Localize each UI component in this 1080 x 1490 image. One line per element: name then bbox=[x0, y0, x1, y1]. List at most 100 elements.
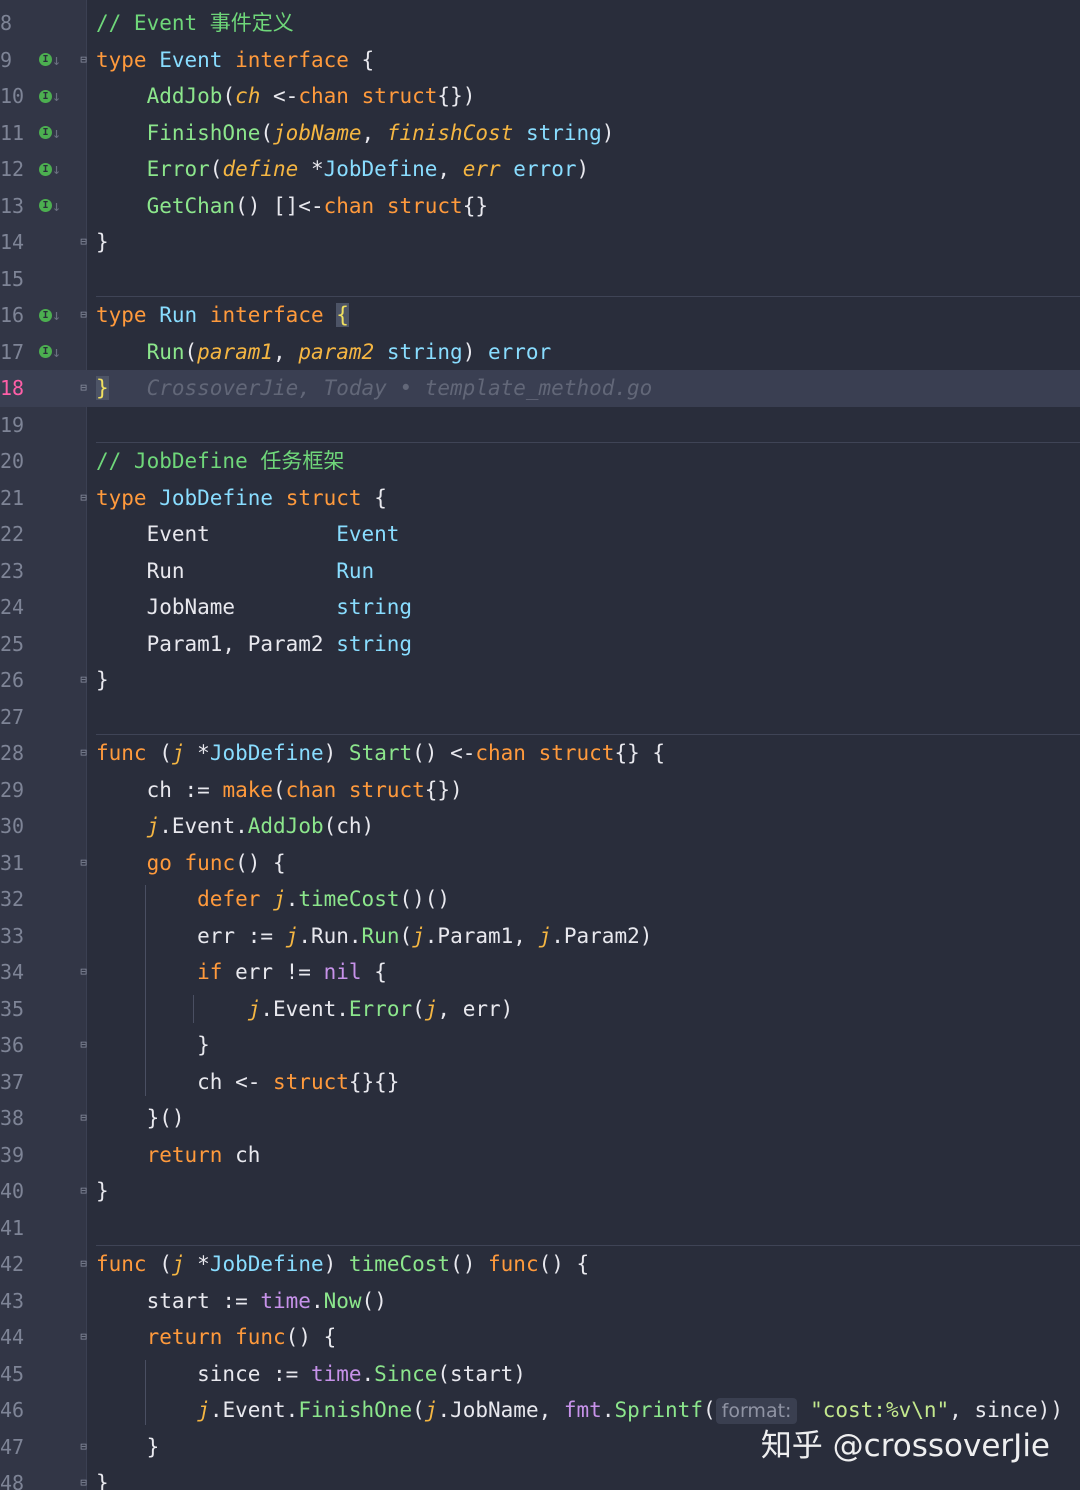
fold-marker-icon[interactable]: ⊟ bbox=[78, 1476, 89, 1489]
code-line[interactable]: 40 ⊟} bbox=[0, 1173, 1080, 1210]
implemented-method-icon[interactable]: I ↓ bbox=[39, 86, 65, 106]
line-number[interactable]: 44 bbox=[0, 1319, 28, 1356]
fold-marker-icon[interactable]: ⊟ bbox=[78, 1440, 89, 1453]
line-number[interactable]: 29 bbox=[0, 772, 28, 809]
code-line[interactable]: 35 j.Event.Error(j, err) bbox=[0, 991, 1080, 1028]
code-text[interactable]: err := j.Run.Run(j.Param1, j.Param2) bbox=[96, 918, 652, 955]
code-text[interactable]: } bbox=[96, 1173, 109, 1210]
code-line[interactable]: 38 ⊟ }() bbox=[0, 1100, 1080, 1137]
code-text[interactable]: start := time.Now() bbox=[96, 1283, 387, 1320]
code-line[interactable]: 28 ⊟ func (j *JobDefine) Start() <-chan st… bbox=[0, 735, 1080, 772]
line-number[interactable]: 41 bbox=[0, 1210, 28, 1247]
line-number[interactable]: 32 bbox=[0, 881, 28, 918]
fold-marker-icon[interactable]: ⊟ bbox=[78, 746, 89, 759]
code-text[interactable]: ch <- struct{}{} bbox=[96, 1064, 399, 1101]
fold-marker-icon[interactable]: ⊟ bbox=[78, 856, 89, 869]
code-text[interactable]: type Event interface { bbox=[96, 42, 374, 79]
code-line[interactable]: 9 I ↓ ⊟ type Event interface { bbox=[0, 42, 1080, 79]
code-line[interactable]: 21 ⊟ type JobDefine struct { bbox=[0, 480, 1080, 517]
line-number[interactable]: 48 bbox=[0, 1465, 28, 1490]
line-number[interactable]: 20 bbox=[0, 443, 28, 480]
code-line[interactable]: 31 ⊟ go func() { bbox=[0, 845, 1080, 882]
code-text[interactable]: GetChan() []<-chan struct{} bbox=[96, 188, 488, 225]
implemented-method-icon[interactable]: I ↓ bbox=[39, 123, 65, 143]
code-line[interactable]: 42 ⊟ func (j *JobDefine) timeCost() func()… bbox=[0, 1246, 1080, 1283]
line-number[interactable]: 14 bbox=[0, 224, 28, 261]
fold-marker-icon[interactable]: ⊟ bbox=[78, 1038, 89, 1051]
code-line[interactable]: 36 ⊟ } bbox=[0, 1027, 1080, 1064]
code-text[interactable]: ch := make(chan struct{}) bbox=[96, 772, 463, 809]
code-text[interactable]: Run Run bbox=[96, 553, 375, 590]
line-number[interactable]: 26 bbox=[0, 662, 28, 699]
code-line[interactable]: 13 I ↓ GetChan() []<-chan struct{} bbox=[0, 188, 1080, 225]
code-line[interactable]: 15 bbox=[0, 261, 1080, 298]
code-line[interactable]: 24 JobName string bbox=[0, 589, 1080, 626]
code-text[interactable]: j.Event.Error(j, err) bbox=[96, 991, 514, 1028]
line-number[interactable]: 9 bbox=[0, 42, 28, 79]
line-number[interactable]: 27 bbox=[0, 699, 28, 736]
code-line[interactable]: 34 ⊟ if err != nil { bbox=[0, 954, 1080, 991]
code-text[interactable]: since := time.Since(start) bbox=[96, 1356, 526, 1393]
line-number[interactable]: 19 bbox=[0, 407, 28, 444]
code-line[interactable]: 48 ⊟} bbox=[0, 1465, 1080, 1490]
code-line[interactable]: 18 ⊟} CrossoverJie, Today • template_meth… bbox=[0, 370, 1080, 407]
code-text[interactable]: Event Event bbox=[96, 516, 400, 553]
implemented-method-icon[interactable]: I ↓ bbox=[39, 196, 65, 216]
line-number[interactable]: 45 bbox=[0, 1356, 28, 1393]
code-text[interactable]: // JobDefine 任务框架 bbox=[96, 443, 344, 480]
code-text[interactable]: type Run interface { bbox=[96, 297, 349, 334]
implemented-method-icon[interactable]: I ↓ bbox=[39, 305, 65, 325]
code-text[interactable]: } bbox=[96, 1027, 210, 1064]
code-line[interactable]: 26 ⊟} bbox=[0, 662, 1080, 699]
code-line[interactable]: 27 bbox=[0, 699, 1080, 736]
implemented-method-icon[interactable]: I ↓ bbox=[39, 50, 65, 70]
line-number[interactable]: 46 bbox=[0, 1392, 28, 1429]
line-number[interactable]: 43 bbox=[0, 1283, 28, 1320]
code-line[interactable]: 43 start := time.Now() bbox=[0, 1283, 1080, 1320]
line-number[interactable]: 38 bbox=[0, 1100, 28, 1137]
code-text[interactable]: j.Event.AddJob(ch) bbox=[96, 808, 375, 845]
code-text[interactable]: type JobDefine struct { bbox=[96, 480, 387, 517]
line-number[interactable]: 42 bbox=[0, 1246, 28, 1283]
code-line[interactable]: 11 I ↓ FinishOne(jobName, finishCost strin… bbox=[0, 115, 1080, 152]
implemented-method-icon[interactable]: I ↓ bbox=[39, 342, 65, 362]
code-line[interactable]: 37 ch <- struct{}{} bbox=[0, 1064, 1080, 1101]
code-text[interactable]: if err != nil { bbox=[96, 954, 387, 991]
code-text[interactable]: go func() { bbox=[96, 845, 286, 882]
fold-marker-icon[interactable]: ⊟ bbox=[78, 1257, 89, 1270]
code-line[interactable]: 33 err := j.Run.Run(j.Param1, j.Param2) bbox=[0, 918, 1080, 955]
code-line[interactable]: 41 bbox=[0, 1210, 1080, 1247]
fold-marker-icon[interactable]: ⊟ bbox=[78, 1184, 89, 1197]
line-number[interactable]: 30 bbox=[0, 808, 28, 845]
fold-marker-icon[interactable]: ⊟ bbox=[78, 235, 89, 248]
line-number[interactable]: 17 bbox=[0, 334, 28, 371]
code-text[interactable]: FinishOne(jobName, finishCost string) bbox=[96, 115, 615, 152]
code-line[interactable]: 39 return ch bbox=[0, 1137, 1080, 1174]
code-text[interactable]: Param1, Param2 string bbox=[96, 626, 413, 663]
code-line[interactable]: 29 ch := make(chan struct{}) bbox=[0, 772, 1080, 809]
line-number[interactable]: 31 bbox=[0, 845, 28, 882]
line-number[interactable]: 22 bbox=[0, 516, 28, 553]
line-number[interactable]: 35 bbox=[0, 991, 28, 1028]
code-line[interactable]: 22 Event Event bbox=[0, 516, 1080, 553]
line-number[interactable]: 40 bbox=[0, 1173, 28, 1210]
code-line[interactable]: 8 // Event 事件定义 bbox=[0, 5, 1080, 42]
code-text[interactable]: JobName string bbox=[96, 589, 413, 626]
code-line[interactable]: 45 since := time.Since(start) bbox=[0, 1356, 1080, 1393]
code-text[interactable]: // Event 事件定义 bbox=[96, 5, 294, 42]
code-text[interactable]: defer j.timeCost()() bbox=[96, 881, 450, 918]
fold-marker-icon[interactable]: ⊟ bbox=[78, 673, 89, 686]
line-number[interactable]: 39 bbox=[0, 1137, 28, 1174]
code-text[interactable]: Error(define *JobDefine, err error) bbox=[96, 151, 590, 188]
fold-marker-icon[interactable]: ⊟ bbox=[78, 308, 89, 321]
code-text[interactable]: return ch bbox=[96, 1137, 261, 1174]
fold-marker-icon[interactable]: ⊟ bbox=[78, 491, 89, 504]
line-number[interactable]: 13 bbox=[0, 188, 28, 225]
code-text[interactable]: } bbox=[96, 224, 109, 261]
line-number[interactable]: 18 bbox=[0, 370, 28, 407]
code-text[interactable]: } bbox=[96, 662, 109, 699]
code-text[interactable]: Run(param1, param2 string) error bbox=[96, 334, 552, 371]
code-line[interactable]: 19 bbox=[0, 407, 1080, 444]
code-text[interactable]: } bbox=[96, 1429, 160, 1466]
code-text[interactable]: }() bbox=[96, 1100, 185, 1137]
